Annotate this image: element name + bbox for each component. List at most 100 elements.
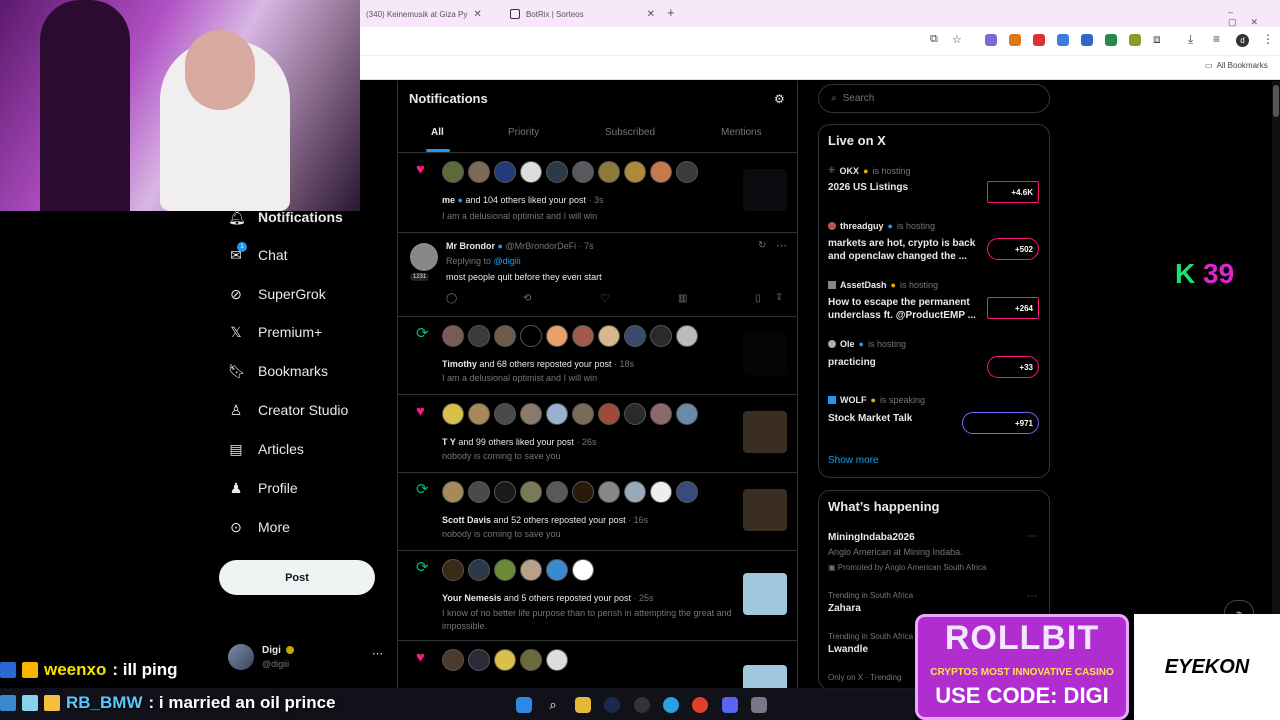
trend-title[interactable]: Lwandle — [828, 644, 868, 655]
avatar[interactable] — [624, 161, 646, 183]
live-title[interactable]: How to escape the permanent underclass f… — [828, 296, 978, 322]
download-icon[interactable]: ⤓ — [1188, 32, 1193, 47]
nav-creator-studio[interactable]: ♙ Creator Studio — [228, 397, 349, 423]
avatar[interactable] — [468, 481, 490, 503]
extension-icon[interactable] — [985, 34, 997, 46]
windows-start-icon[interactable] — [516, 697, 532, 713]
avatar[interactable] — [468, 161, 490, 183]
notification-item[interactable]: ♥ T Y and 99 others liked your post · 26… — [398, 395, 797, 473]
retweet-icon[interactable]: ⟲ — [523, 293, 531, 304]
avatar[interactable] — [598, 325, 620, 347]
search-input[interactable]: ⌕ Search — [818, 84, 1050, 113]
live-listener-count[interactable]: +4.6K — [987, 181, 1039, 203]
live-title[interactable]: markets are hot, crypto is back and open… — [828, 237, 978, 263]
nav-supergrok[interactable]: ⊘ SuperGrok — [228, 281, 326, 307]
avatar[interactable] — [546, 559, 568, 581]
extension-icon[interactable] — [1057, 34, 1069, 46]
notification-item[interactable]: ♥ — [398, 641, 797, 688]
extension-icon[interactable] — [1105, 34, 1117, 46]
avatar[interactable] — [598, 481, 620, 503]
live-title[interactable]: 2026 US Listings — [828, 181, 978, 194]
obs-icon[interactable] — [634, 697, 650, 713]
like-icon[interactable]: ♡ — [600, 292, 610, 305]
post-thumbnail[interactable] — [743, 411, 787, 453]
nav-bookmarks[interactable]: 🔖︎ Bookmarks — [228, 358, 328, 384]
profile-avatar-icon[interactable]: d — [1236, 34, 1249, 47]
avatar[interactable] — [494, 559, 516, 581]
live-title[interactable]: practicing — [828, 356, 978, 369]
close-tab-icon[interactable]: ✕ — [473, 9, 481, 20]
telegram-icon[interactable] — [663, 697, 679, 713]
avatar[interactable] — [468, 559, 490, 581]
avatar[interactable] — [624, 325, 646, 347]
avatar[interactable] — [676, 161, 698, 183]
extensions-puzzle-icon[interactable]: ⧈ — [1153, 32, 1161, 47]
post-thumbnail[interactable] — [743, 665, 787, 688]
avatar[interactable] — [650, 325, 672, 347]
more-dots-icon[interactable]: ⋯ — [372, 647, 383, 660]
live-listener-count[interactable]: +264 — [987, 297, 1039, 319]
avatar[interactable] — [468, 403, 490, 425]
nav-articles[interactable]: ▤ Articles — [228, 436, 304, 462]
avatar[interactable] — [546, 325, 568, 347]
avatar[interactable] — [546, 403, 568, 425]
avatar[interactable] — [442, 559, 464, 581]
star-icon[interactable]: ☆ — [952, 33, 962, 46]
window-controls[interactable]: –▢✕ — [1228, 7, 1280, 28]
notification-item[interactable]: ⟳ Scott Davis and 52 others reposted you… — [398, 473, 797, 551]
avatar[interactable] — [676, 403, 698, 425]
more-dots-icon[interactable]: ⋯ — [1027, 531, 1037, 542]
post-thumbnail[interactable] — [743, 333, 787, 375]
address-bar[interactable] — [362, 31, 922, 51]
avatar[interactable] — [442, 403, 464, 425]
nav-premium[interactable]: 𝕏 Premium+ — [228, 319, 322, 345]
avatar[interactable] — [572, 161, 594, 183]
tab-subscribed[interactable]: Subscribed — [605, 127, 655, 138]
browser-tab-2[interactable]: BotRix | Sorteos ✕ — [510, 4, 655, 24]
share-icon[interactable]: ⇪ — [775, 292, 783, 303]
browser-tab-1[interactable]: (340) Keinemusik at Giza Py ✕ — [366, 4, 482, 24]
extension-icon[interactable] — [1081, 34, 1093, 46]
avatar[interactable] — [650, 161, 672, 183]
avatar[interactable] — [624, 403, 646, 425]
scrollbar-thumb[interactable] — [1273, 85, 1279, 117]
tab-priority[interactable]: Priority — [508, 127, 539, 138]
notification-item[interactable]: ⟳ Your Nemesis and 5 others reposted you… — [398, 551, 797, 641]
notification-item[interactable]: ⟳ Timothy and 68 others reposted your po… — [398, 317, 797, 395]
discord-icon[interactable] — [722, 697, 738, 713]
views-icon[interactable]: ▥ — [678, 293, 687, 304]
all-bookmarks[interactable]: ▭ All Bookmarks — [1205, 61, 1268, 70]
settings-icon[interactable] — [751, 697, 767, 713]
live-listener-count[interactable]: +971 — [962, 412, 1039, 434]
metamask-icon[interactable] — [1009, 34, 1021, 46]
search-icon[interactable]: ⌕ — [545, 697, 561, 713]
avatar[interactable] — [520, 403, 542, 425]
page-scrollbar[interactable] — [1272, 81, 1280, 688]
show-more-link[interactable]: Show more — [828, 455, 879, 466]
settings-gear-icon[interactable]: ⚙ — [774, 92, 785, 106]
avatar[interactable] — [410, 243, 438, 271]
avatar[interactable] — [546, 649, 568, 671]
avatar[interactable] — [520, 325, 542, 347]
avatar[interactable] — [520, 649, 542, 671]
avatar[interactable] — [442, 481, 464, 503]
trend-title[interactable]: Zahara — [828, 603, 861, 614]
avatar[interactable] — [676, 481, 698, 503]
bookmark-icon[interactable]: ▯ — [755, 293, 761, 304]
avatar[interactable] — [572, 325, 594, 347]
post-button[interactable]: Post — [219, 560, 375, 595]
avatar[interactable] — [572, 403, 594, 425]
live-listener-count[interactable]: +33 — [987, 356, 1039, 378]
chrome-icon[interactable] — [692, 697, 708, 713]
avatar[interactable] — [494, 481, 516, 503]
avatar[interactable] — [650, 481, 672, 503]
avatar[interactable] — [546, 161, 568, 183]
avatar[interactable] — [468, 325, 490, 347]
avatar[interactable] — [520, 161, 542, 183]
post-thumbnail[interactable] — [743, 489, 787, 531]
post-thumbnail[interactable] — [743, 169, 787, 211]
install-icon[interactable]: ⧉ — [930, 33, 938, 46]
account-switcher[interactable]: Digi @digiii ⋯ — [228, 641, 388, 677]
reply-icon[interactable]: ◯ — [446, 293, 457, 304]
avatar[interactable] — [494, 649, 516, 671]
